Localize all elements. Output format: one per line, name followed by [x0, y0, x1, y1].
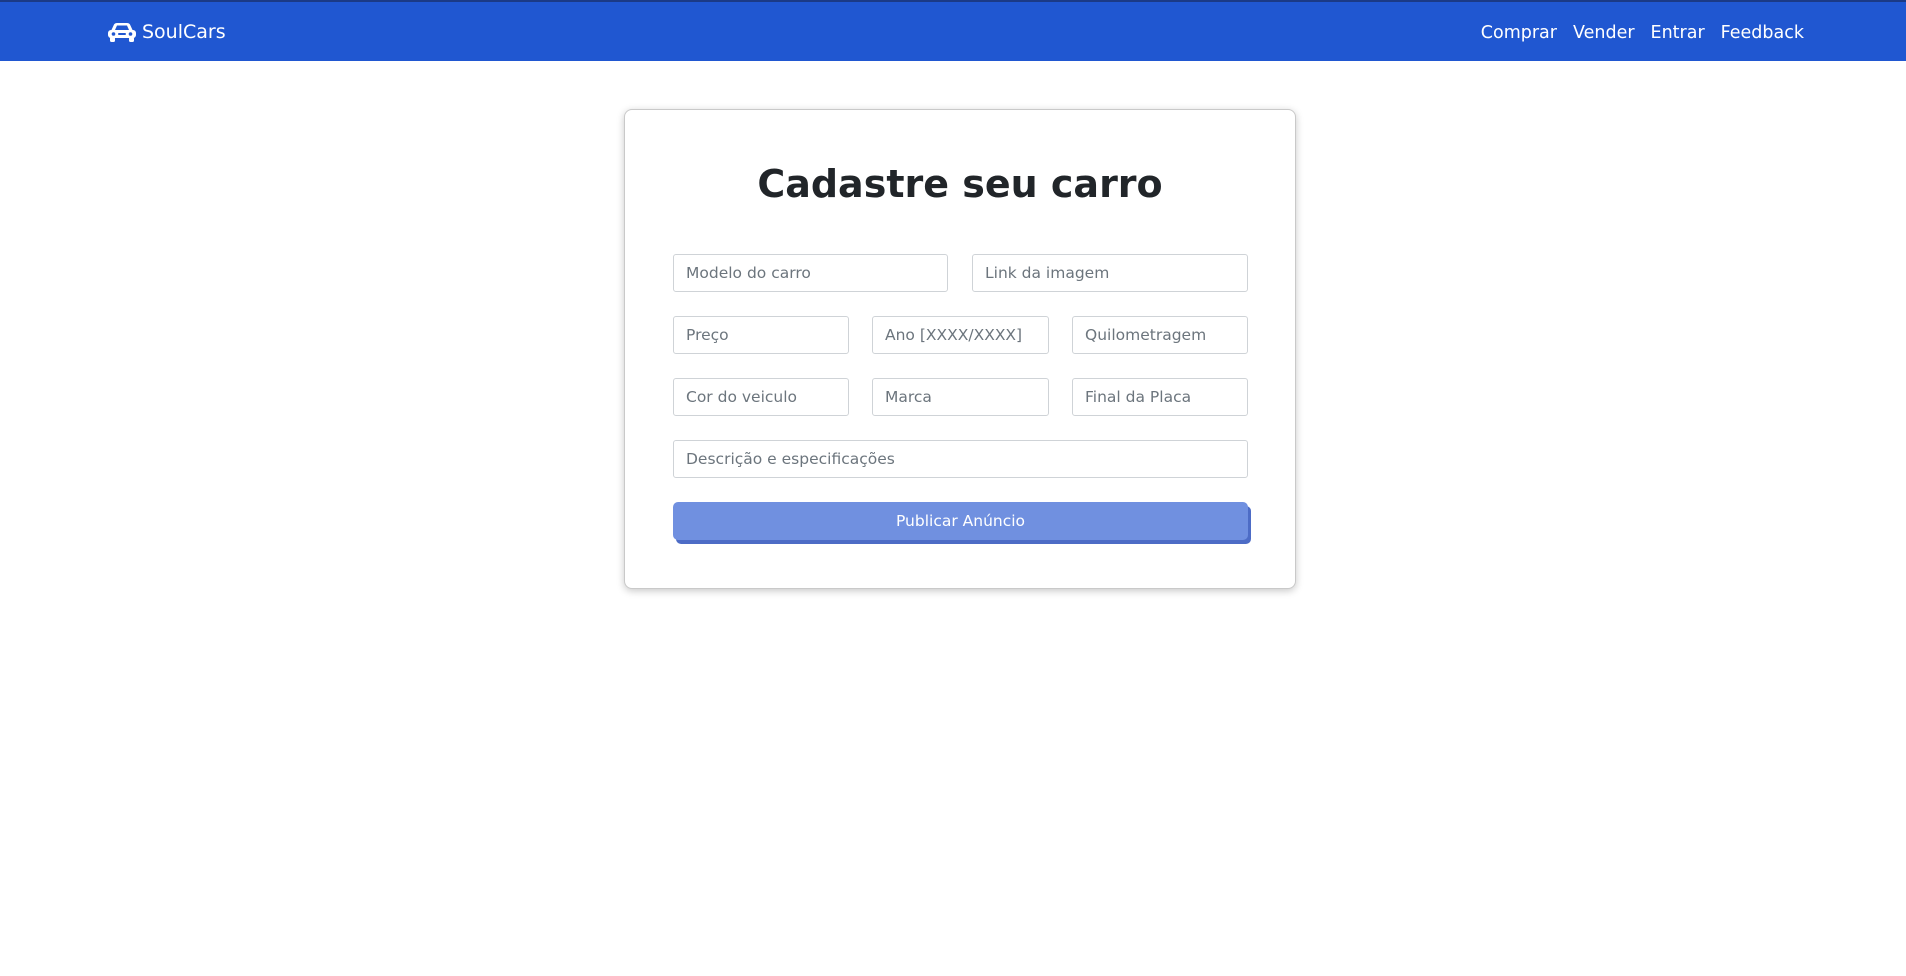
car-registration-card: Cadastre seu carro Publicar Anúncio: [624, 109, 1296, 589]
top-navbar: SoulCars Comprar Vender Entrar Feedback: [0, 0, 1906, 61]
publish-ad-button[interactable]: Publicar Anúncio: [673, 502, 1248, 540]
nav-link-entrar[interactable]: Entrar: [1651, 22, 1705, 44]
plate-ending-input[interactable]: [1072, 378, 1248, 416]
year-input[interactable]: [872, 316, 1049, 354]
car-icon: [108, 23, 136, 42]
car-model-input[interactable]: [673, 254, 948, 292]
form-title: Cadastre seu carro: [757, 162, 1163, 206]
price-input[interactable]: [673, 316, 849, 354]
brand-input[interactable]: [872, 378, 1049, 416]
image-link-input[interactable]: [972, 254, 1248, 292]
brand-link[interactable]: SoulCars: [106, 20, 226, 44]
nav-menu: Comprar Vender Entrar Feedback: [1481, 22, 1804, 44]
mileage-input[interactable]: [1072, 316, 1248, 354]
description-input[interactable]: [673, 440, 1248, 478]
nav-link-comprar[interactable]: Comprar: [1481, 22, 1557, 44]
nav-link-vender[interactable]: Vender: [1573, 22, 1635, 44]
brand-name: SoulCars: [142, 21, 226, 43]
vehicle-color-input[interactable]: [673, 378, 849, 416]
nav-link-feedback[interactable]: Feedback: [1721, 22, 1804, 44]
